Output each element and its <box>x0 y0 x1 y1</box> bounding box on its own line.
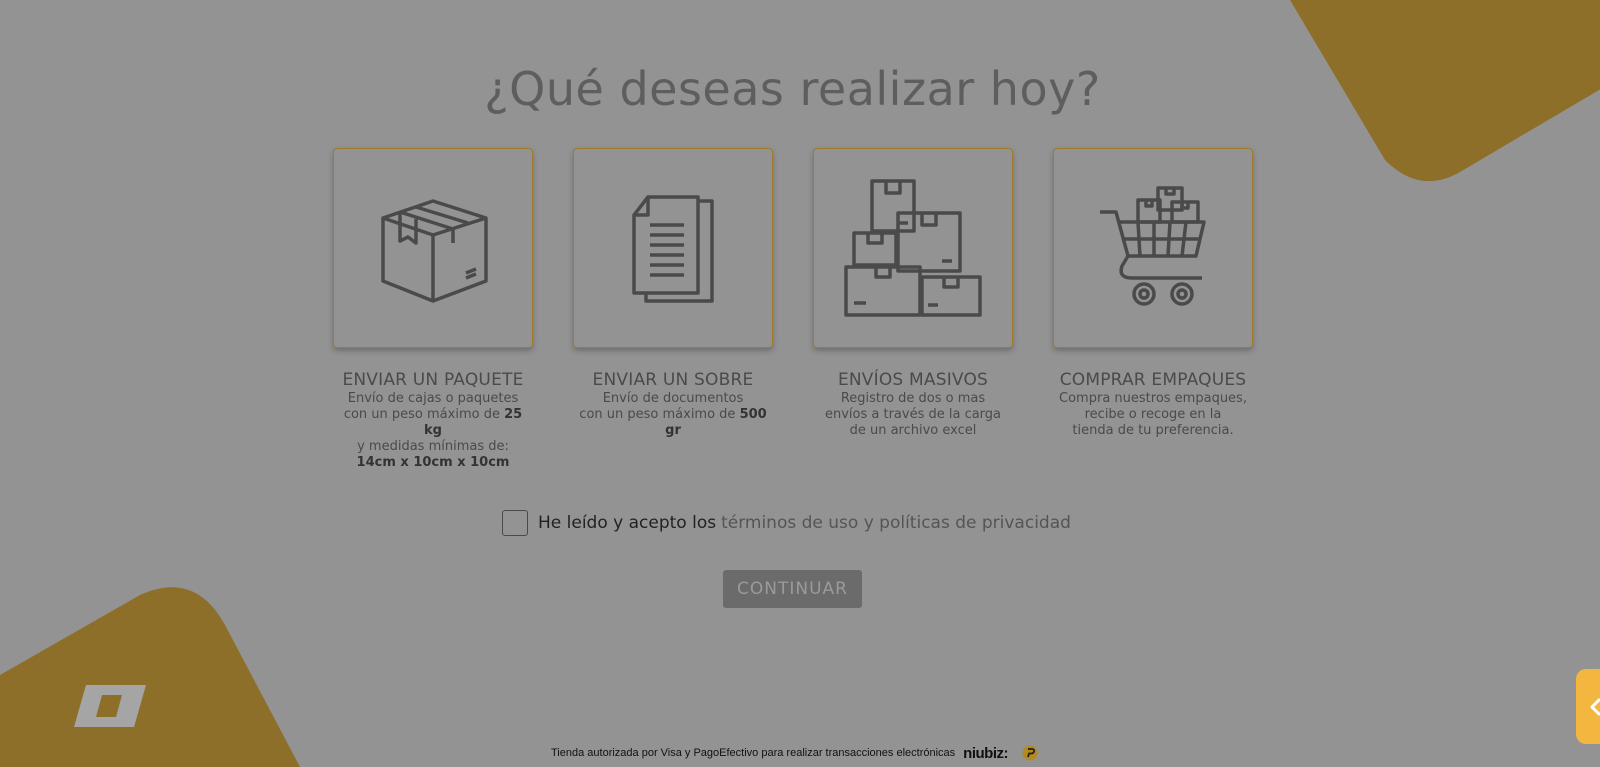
card-description: Registro de dos o mas envíos a través de… <box>824 391 1002 438</box>
card-title: ENVÍOS MASIVOS <box>837 370 989 390</box>
side-panel-toggle[interactable] <box>1576 669 1600 744</box>
footer: Tienda autorizada por Visa y PagoEfectiv… <box>551 744 1038 762</box>
continue-button[interactable]: CONTINUAR <box>723 570 862 608</box>
package-box-icon <box>381 199 488 303</box>
footer-text: Tienda autorizada por Visa y PagoEfectiv… <box>551 747 956 759</box>
card-buy-packaging-box[interactable] <box>1053 148 1253 348</box>
terms-label: He leído y acepto los <box>538 513 717 533</box>
pagoefectivo-logo-icon <box>1022 745 1038 761</box>
card-bulk-shipments[interactable]: ENVÍOS MASIVOS Registro de dos o mas env… <box>813 148 1013 439</box>
page-title: ¿Qué deseas realizar hoy? <box>484 62 1101 116</box>
chevron-left-icon <box>1590 698 1600 715</box>
card-description: Compra nuestros empaques, recibe o recog… <box>1059 391 1247 438</box>
card-description: Envío de cajas o paquetes con un peso má… <box>343 391 523 470</box>
terms-row: He leído y acepto los términos de uso y … <box>502 510 1071 536</box>
card-title: ENVIAR UN PAQUETE <box>342 370 524 390</box>
terms-link[interactable]: términos de uso y políticas de privacida… <box>721 513 1071 533</box>
brand-logo-icon <box>74 685 146 727</box>
shopping-cart-icon <box>1100 185 1206 306</box>
card-send-envelope-box[interactable] <box>573 148 773 348</box>
card-bulk-shipments-box[interactable] <box>813 148 1013 348</box>
decorative-shape-bottom-left <box>0 587 300 767</box>
card-send-package[interactable]: ENVIAR UN PAQUETE Envío de cajas o paque… <box>333 148 533 471</box>
card-title: ENVIAR UN SOBRE <box>592 370 754 390</box>
card-description: Envío de documentos con un peso máximo d… <box>579 391 767 438</box>
card-send-envelope[interactable]: ENVIAR UN SOBRE Envío de documentos con … <box>573 148 773 439</box>
stacked-boxes-icon <box>844 179 982 317</box>
service-cards: ENVIAR UN PAQUETE Envío de cajas o paque… <box>333 148 1253 470</box>
card-buy-packaging[interactable]: COMPRAR EMPAQUES Compra nuestros empaque… <box>1053 148 1253 439</box>
niubiz-logo: niubiz: <box>963 744 1008 762</box>
terms-checkbox[interactable] <box>502 510 528 536</box>
card-send-package-box[interactable] <box>333 148 533 348</box>
document-envelope-icon <box>632 195 714 303</box>
card-title: COMPRAR EMPAQUES <box>1059 370 1247 390</box>
